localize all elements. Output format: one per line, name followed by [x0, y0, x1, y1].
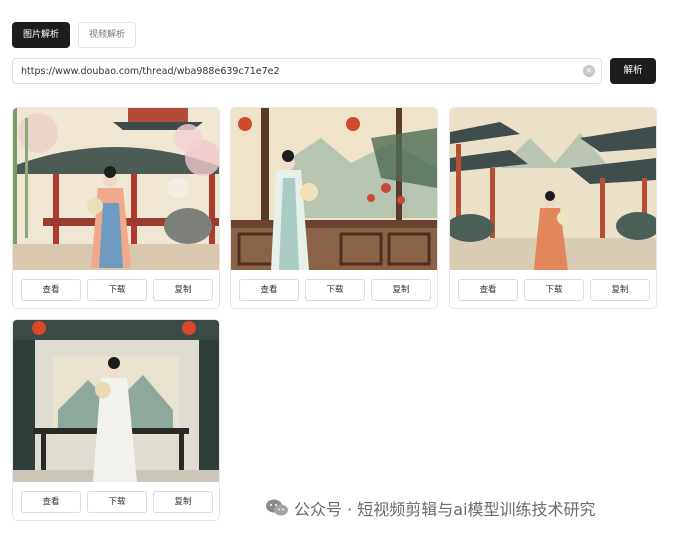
watermark: 公众号 · 短视频剪辑与ai模型训练技术研究 [266, 496, 596, 520]
tab-image-parse[interactable]: 图片解析 [12, 22, 71, 48]
copy-button[interactable]: 复制 [153, 279, 213, 301]
view-button[interactable]: 查看 [21, 279, 81, 301]
view-button[interactable]: 查看 [239, 279, 299, 301]
download-button[interactable]: 下载 [87, 491, 147, 513]
image-card: 查看 下载 复制 [12, 319, 220, 521]
url-row: × 解析 [12, 58, 656, 84]
wechat-icon [266, 499, 288, 516]
copy-button[interactable]: 复制 [590, 279, 650, 301]
card-image[interactable] [13, 108, 219, 270]
image-card: 查看 下载 复制 [12, 107, 220, 309]
tab-bar: 图片解析 视频解析 [12, 22, 137, 48]
clear-icon[interactable]: × [583, 65, 595, 77]
copy-button[interactable]: 复制 [153, 491, 213, 513]
card-actions: 查看 下载 复制 [21, 279, 213, 301]
card-image[interactable] [450, 108, 656, 270]
download-button[interactable]: 下载 [305, 279, 365, 301]
card-image[interactable] [231, 108, 437, 270]
view-button[interactable]: 查看 [458, 279, 518, 301]
image-card: 查看 下载 复制 [230, 107, 438, 309]
tab-video-parse[interactable]: 视频解析 [78, 22, 137, 48]
view-button[interactable]: 查看 [21, 491, 81, 513]
copy-button[interactable]: 复制 [371, 279, 431, 301]
download-button[interactable]: 下载 [524, 279, 584, 301]
card-actions: 查看 下载 复制 [21, 491, 213, 513]
download-button[interactable]: 下载 [87, 279, 147, 301]
card-actions: 查看 下载 复制 [458, 279, 650, 301]
url-field[interactable]: × [12, 58, 602, 84]
card-actions: 查看 下载 复制 [239, 279, 431, 301]
url-input[interactable] [21, 65, 561, 77]
image-card: 查看 下载 复制 [449, 107, 657, 309]
watermark-text: 公众号 · 短视频剪辑与ai模型训练技术研究 [294, 500, 596, 519]
parse-button[interactable]: 解析 [610, 58, 656, 84]
card-image[interactable] [13, 320, 219, 482]
